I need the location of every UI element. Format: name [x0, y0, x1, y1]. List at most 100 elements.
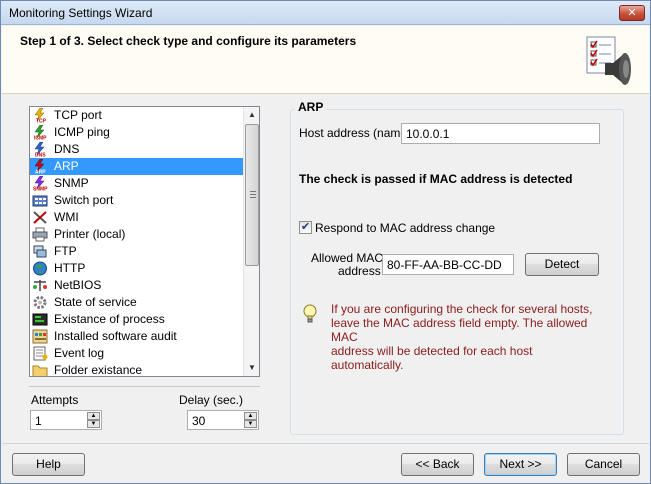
list-item-wmi[interactable]: WMI — [30, 209, 244, 226]
scroll-thumb[interactable] — [245, 124, 259, 266]
list-item-label: Event log — [54, 346, 105, 360]
list-item-switch-port[interactable]: Switch port — [30, 192, 244, 209]
icmp-icon: ICMP — [34, 125, 47, 141]
list-item-label: Printer (local) — [54, 227, 126, 241]
list-item-label: ICMP ping — [54, 125, 110, 139]
respond-mac-checkbox[interactable]: ✔ — [299, 221, 312, 234]
list-item-label: WMI — [54, 210, 79, 224]
list-item-installed-software-audit[interactable]: Installed software audit — [30, 328, 244, 345]
folder-icon — [32, 365, 48, 376]
list-item-snmp[interactable]: SNMP SNMP — [30, 175, 244, 192]
list-item-label: Folder existance — [54, 363, 143, 377]
list-item-state-of-service[interactable]: State of service — [30, 294, 244, 311]
svg-text:ICMP: ICMP — [34, 136, 47, 141]
hint-line: If you are configuring the check for sev… — [331, 302, 593, 316]
list-item-dns[interactable]: DNS DNS — [30, 141, 244, 158]
footer-divider — [2, 443, 649, 444]
wmi-icon — [33, 211, 47, 224]
wizard-window: Monitoring Settings Wizard ✕ Step 1 of 3… — [0, 0, 651, 484]
list-item-ftp[interactable]: FTP — [30, 243, 244, 260]
list-item-icmp-ping[interactable]: ICMP ICMP ping — [30, 124, 244, 141]
host-address-input[interactable]: 10.0.0.1 — [401, 123, 600, 144]
ftp-icon — [33, 245, 47, 258]
printer-icon — [32, 227, 48, 242]
svg-text:DNS: DNS — [35, 153, 46, 158]
close-button[interactable]: ✕ — [619, 5, 645, 21]
grip-icon — [250, 191, 256, 198]
tcp-icon: TCP — [34, 108, 47, 124]
check-type-list[interactable]: TCP TCP port ICMP ICMP ping DNS DNS ARP … — [29, 106, 260, 377]
delay-down-button[interactable]: ▼ — [244, 420, 257, 428]
detect-button[interactable]: Detect — [525, 253, 599, 276]
list-scrollbar[interactable]: ▲ ▼ — [243, 107, 259, 376]
eventlog-icon — [33, 346, 48, 361]
list-item-label: DNS — [54, 142, 80, 156]
svg-text:ARP: ARP — [35, 170, 46, 175]
host-address-label: Host address (name) — [299, 126, 412, 140]
pass-condition-text: The check is passed if MAC address is de… — [299, 172, 573, 186]
software-icon — [32, 329, 48, 344]
list-item-event-log[interactable]: Event log — [30, 345, 244, 362]
scroll-down-button[interactable]: ▼ — [244, 360, 259, 376]
title-bar: Monitoring Settings Wizard ✕ — [1, 1, 650, 25]
attempts-spin-buttons: ▲ ▼ — [87, 412, 100, 428]
delay-value: 30 — [192, 414, 206, 428]
delay-spinner[interactable]: 30 ▲ ▼ — [187, 410, 259, 430]
arp-group-title: ARP — [295, 100, 327, 114]
list-divider — [29, 386, 260, 387]
hint-line: leave the MAC address field empty. The a… — [331, 316, 588, 344]
list-item-label: Installed software audit — [54, 329, 177, 343]
lightbulb-icon — [303, 304, 317, 323]
wizard-header: Step 1 of 3. Select check type and confi… — [2, 26, 649, 94]
gear-icon — [33, 296, 47, 309]
allowed-mac-label-line2: address — [338, 264, 381, 278]
allowed-mac-input[interactable]: 80-FF-AA-BB-CC-DD — [382, 254, 514, 275]
switch-icon — [32, 195, 48, 207]
list-item-label: State of service — [54, 295, 137, 309]
step-title: Step 1 of 3. Select check type and confi… — [20, 34, 357, 48]
list-item-label: Existance of process — [54, 312, 165, 326]
window-title: Monitoring Settings Wizard — [9, 6, 153, 20]
scroll-up-button[interactable]: ▲ — [244, 107, 259, 123]
list-item-label: SNMP — [54, 176, 89, 190]
next-button[interactable]: Next >> — [484, 453, 557, 476]
delay-up-button[interactable]: ▲ — [244, 412, 257, 420]
attempts-up-button[interactable]: ▲ — [87, 412, 100, 420]
netbios-icon — [33, 280, 47, 291]
process-icon — [32, 313, 48, 326]
list-item-label: HTTP — [54, 261, 86, 275]
globe-icon — [33, 261, 47, 276]
arp-icon: ARP — [34, 159, 46, 175]
attempts-value: 1 — [35, 414, 42, 428]
hint-line: address will be detected for each host a… — [331, 344, 533, 372]
respond-mac-label: Respond to MAC address change — [315, 221, 496, 235]
list-item-existance-of-process[interactable]: Existance of process — [30, 311, 244, 328]
delay-label: Delay (sec.) — [179, 393, 244, 407]
list-item-folder-existance[interactable]: Folder existance — [30, 362, 244, 377]
list-item-printer-local[interactable]: Printer (local) — [30, 226, 244, 243]
list-item-arp[interactable]: ARP ARP — [30, 158, 244, 175]
list-item-tcp-port[interactable]: TCP TCP port — [30, 107, 244, 124]
list-item-label: FTP — [54, 244, 77, 258]
checklist-speaker-icon — [586, 36, 631, 85]
attempts-label: Attempts — [31, 393, 79, 407]
snmp-icon: SNMP — [33, 176, 48, 192]
mac-hint-text: If you are configuring the check for sev… — [331, 302, 601, 372]
delay-spin-buttons: ▲ ▼ — [244, 412, 257, 428]
list-item-http[interactable]: HTTP — [30, 260, 244, 277]
help-button[interactable]: Help — [12, 453, 85, 476]
list-item-label: ARP — [54, 159, 79, 173]
allowed-mac-label-line1: Allowed MAC — [311, 251, 384, 265]
list-item-netbios[interactable]: NetBIOS — [30, 277, 244, 294]
list-item-label: Switch port — [54, 193, 114, 207]
back-button[interactable]: << Back — [401, 453, 474, 476]
attempts-spinner[interactable]: 1 ▲ ▼ — [30, 410, 102, 430]
dns-icon: DNS — [34, 142, 46, 158]
check-type-items: TCP TCP port ICMP ICMP ping DNS DNS ARP … — [30, 107, 244, 377]
svg-text:SNMP: SNMP — [33, 187, 48, 192]
list-item-label: NetBIOS — [54, 278, 102, 292]
list-item-label: TCP port — [54, 108, 102, 122]
svg-text:TCP: TCP — [36, 119, 47, 124]
attempts-down-button[interactable]: ▼ — [87, 420, 100, 428]
cancel-button[interactable]: Cancel — [567, 453, 640, 476]
